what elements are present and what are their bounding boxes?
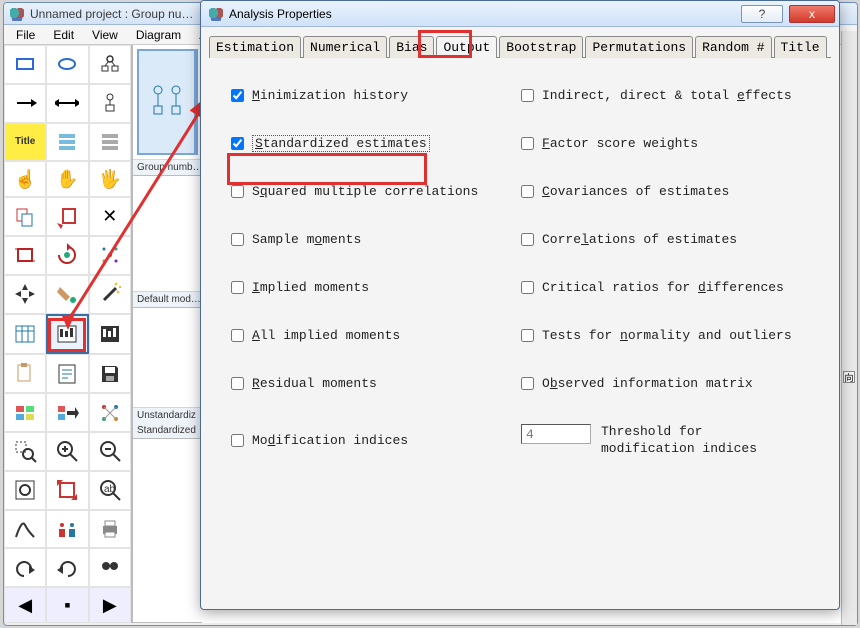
tab-numerical[interactable]: Numerical	[303, 36, 387, 58]
tab-estimation[interactable]: Estimation	[209, 36, 301, 58]
scroll-marker-icon[interactable]: 向	[843, 371, 855, 383]
menu-edit[interactable]: Edit	[45, 27, 82, 43]
toolbox-model-right[interactable]: ▶	[89, 587, 131, 623]
threshold-input[interactable]	[521, 424, 591, 444]
tool-rectangle[interactable]	[4, 45, 46, 84]
tool-text-output-icon[interactable]	[46, 354, 88, 393]
tool-fit-page-icon[interactable]	[4, 471, 46, 510]
chk-minimization-history[interactable]: Minimization history	[231, 88, 521, 103]
dialog-help-button[interactable]: ?	[741, 5, 783, 23]
analysis-properties-dialog: Analysis Properties ? x Estimation Numer…	[200, 0, 840, 610]
path-diagram-thumb-icon	[150, 82, 184, 122]
tool-title[interactable]: Title	[4, 123, 46, 162]
tool-shape-resize[interactable]	[4, 236, 46, 275]
panel-groups-label: Group numb…	[133, 159, 202, 175]
panel-empty	[133, 439, 202, 623]
tab-random[interactable]: Random #	[695, 36, 771, 58]
tab-output[interactable]: Output	[436, 36, 497, 58]
tool-ellipse[interactable]	[46, 45, 88, 84]
tool-path-double[interactable]	[46, 84, 88, 123]
tool-drag-props-icon[interactable]	[46, 393, 88, 432]
app-icon	[10, 7, 24, 21]
tool-move[interactable]	[46, 197, 88, 236]
tool-loupe-icon[interactable]: ab	[89, 471, 131, 510]
menu-view[interactable]: View	[84, 27, 126, 43]
tool-zoom-in-icon[interactable]	[46, 432, 88, 471]
threshold-row: Threshold for modification indices	[521, 424, 819, 458]
tool-variable-list-icon[interactable]	[46, 123, 88, 162]
main-title: Unnamed project : Group nu…	[30, 7, 193, 21]
panel-models-label: Default mod…	[133, 291, 202, 307]
chk-factor-score-weights[interactable]: Factor score weights	[521, 136, 819, 151]
tool-path-single[interactable]	[4, 84, 46, 123]
chk-observed-information-matrix[interactable]: Observed information matrix	[521, 376, 819, 391]
chk-all-implied-moments[interactable]: All implied moments	[231, 328, 521, 343]
tab-permutations[interactable]: Permutations	[585, 36, 693, 58]
dialog-close-button[interactable]: x	[789, 5, 835, 23]
tool-resize-fit-icon[interactable]	[46, 471, 88, 510]
panel-groups[interactable]: Group numb…	[133, 45, 202, 176]
panel-stack: Group numb… Default mod… Unstandardiz St…	[132, 45, 202, 623]
threshold-label: Threshold for modification indices	[601, 424, 757, 458]
chk-critical-ratios[interactable]: Critical ratios for differences	[521, 280, 819, 295]
chk-correlations-estimates[interactable]: Correlations of estimates	[521, 232, 819, 247]
tool-undo-icon[interactable]	[4, 548, 46, 587]
tool-delete[interactable]: ✕	[89, 197, 131, 236]
tool-latent[interactable]	[89, 45, 131, 84]
tool-scroll[interactable]	[4, 275, 46, 314]
chk-covariances-estimates[interactable]: Covariances of estimates	[521, 184, 819, 199]
tool-object-props-icon[interactable]	[4, 393, 46, 432]
menu-diagram[interactable]: Diagram	[128, 27, 189, 43]
chk-sample-moments[interactable]: Sample moments	[231, 232, 521, 247]
tab-bias[interactable]: Bias	[389, 36, 434, 58]
panel-estimates-label2: Standardized	[133, 423, 202, 438]
tool-multigroup-icon[interactable]	[46, 510, 88, 549]
tool-select-all[interactable]: ✋	[46, 161, 88, 197]
tool-analysis-properties[interactable]	[46, 314, 88, 355]
toolbox: Title ☝ ✋ 🖐 ✕	[4, 45, 132, 623]
tab-title[interactable]: Title	[774, 36, 827, 58]
tool-spray-icon[interactable]	[89, 236, 131, 275]
tool-zoom-area-icon[interactable]	[4, 432, 46, 471]
tool-deselect[interactable]: 🖐	[89, 161, 131, 197]
tool-redo-icon[interactable]	[46, 548, 88, 587]
chk-indirect-effects[interactable]: Indirect, direct & total effects	[521, 88, 819, 103]
panel-models[interactable]: Default mod…	[133, 176, 202, 307]
tool-bayesian-icon[interactable]	[4, 510, 46, 549]
chk-modification-indices[interactable]: Modification indices	[231, 433, 521, 448]
tool-wand-icon[interactable]	[89, 275, 131, 314]
dialog-body: Minimization history Indirect, direct & …	[201, 58, 839, 609]
tool-error[interactable]	[89, 84, 131, 123]
dialog-app-icon	[209, 7, 223, 21]
tool-find-icon[interactable]	[89, 548, 131, 587]
menu-file[interactable]: File	[8, 27, 43, 43]
tool-dataset-list-icon[interactable]	[89, 123, 131, 162]
chk-implied-moments[interactable]: Implied moments	[231, 280, 521, 295]
tool-rotate-icon[interactable]	[46, 236, 88, 275]
svg-text:ab: ab	[104, 484, 116, 495]
tab-bootstrap[interactable]: Bootstrap	[499, 36, 583, 58]
chk-residual-moments[interactable]: Residual moments	[231, 376, 521, 391]
tool-spec-search-icon[interactable]	[89, 393, 131, 432]
dialog-tabstrip: Estimation Numerical Bias Output Bootstr…	[209, 35, 831, 58]
chk-tests-normality[interactable]: Tests for normality and outliers	[521, 328, 819, 343]
tool-copy-clipboard-icon[interactable]	[4, 354, 46, 393]
vertical-scrollbar[interactable]: 向	[841, 31, 857, 625]
dialog-titlebar[interactable]: Analysis Properties ? x	[201, 1, 839, 27]
dialog-title: Analysis Properties	[229, 7, 332, 21]
tool-calculate-icon[interactable]	[89, 314, 131, 355]
tool-copy[interactable]	[4, 197, 46, 236]
tool-select-one[interactable]: ☝	[4, 161, 46, 197]
toolbox-model-left[interactable]: ◀	[4, 587, 46, 623]
toolbox-model-mid[interactable]: ▪	[46, 587, 88, 623]
tool-touch-up[interactable]	[46, 275, 88, 314]
tool-data-file-icon[interactable]	[4, 314, 46, 355]
panel-estimates[interactable]: Unstandardiz Standardized	[133, 308, 202, 439]
tool-print-icon[interactable]	[89, 510, 131, 549]
panel-estimates-label1: Unstandardiz	[133, 407, 202, 423]
chk-squared-multiple-correlations[interactable]: Squared multiple correlations	[231, 184, 521, 199]
tool-save-icon[interactable]	[89, 354, 131, 393]
tool-zoom-out-icon[interactable]	[89, 432, 131, 471]
chk-standardized-estimates[interactable]: Standardized estimates	[231, 136, 521, 151]
